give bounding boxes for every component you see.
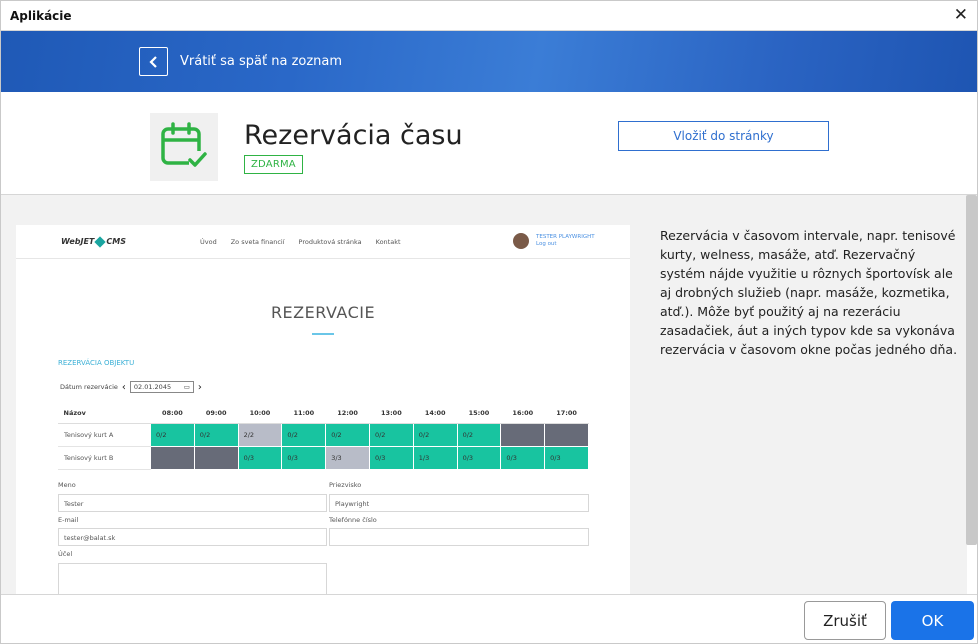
time-slot-cell [150,445,195,470]
preview-email-field: tester@balat.sk [58,528,327,546]
preview-date-label: Dátum rezervácie [60,383,118,391]
preview-name-field: Tester [58,494,327,512]
time-slot-cell: 1/3 [412,445,458,470]
resource-name: Tenisový kurt B [58,445,151,470]
time-slot-cell: 0/3 [281,445,327,470]
table-row: Tenisový kurt B 0/3 0/3 3/3 0/3 1/3 0/3 0/3 0/3 [58,445,589,470]
preview-date-value: 02.01.2045 [133,383,172,391]
logo-cube-icon [94,235,107,248]
time-slot-cell [544,422,589,447]
time-column-header: 16:00 [500,403,545,424]
preview-menu-item: Kontakt [375,238,401,246]
preview-date-input: 02.01.2045 ▭ [129,381,194,393]
time-column-header: 09:00 [194,403,239,424]
avatar [513,233,529,249]
header-banner: Vrátiť sa späť na zoznam [1,31,977,92]
table-header: Názov [58,403,151,424]
app-header: Rezervácia času ZDARMA Vložiť do stránky [1,92,977,195]
time-slot-cell: 0/2 [193,422,239,447]
preview-menu-item: Produktová stránka [298,238,362,246]
preview-surname-label: Priezvisko [329,481,362,489]
time-slot-cell: 0/2 [281,422,327,447]
back-label[interactable]: Vrátiť sa späť na zoznam [180,54,342,69]
time-column-header: 10:00 [238,403,282,424]
preview-heading-underline [312,333,334,335]
calendar-check-icon [150,113,218,181]
chevron-right-icon: › [197,381,202,393]
preview-navbar: WebJET CMS Úvod Zo sveta financií Produkt… [16,225,630,259]
preview-menu-item: Zo sveta financií [230,238,285,246]
dialog-titlebar: Aplikácie ✕ [1,1,977,31]
preview-heading: REZERVACIE [270,303,376,322]
price-badge: ZDARMA [244,155,303,174]
back-button[interactable] [139,47,168,76]
dialog-title: Aplikácie [10,8,72,23]
cancel-button[interactable]: Zrušiť [804,601,886,640]
app-description: Rezervácia v časovom intervale, napr. te… [660,228,958,357]
time-slot-cell: 0/3 [368,445,414,470]
preview-logo-left: WebJET [61,237,95,246]
calendar-icon: ▭ [183,383,190,391]
time-column-header: 13:00 [369,403,414,424]
preview-menu-item: Úvod [200,238,217,246]
close-icon[interactable]: ✕ [954,7,968,24]
preview-surname-field: Playwright [329,494,589,512]
table-row: Tenisový kurt A 0/2 0/2 2/2 0/2 0/2 0/2 0/2 0/2 [58,422,589,447]
preview-logout: Log out [536,241,557,247]
preview-date-picker: Dátum rezervácie ‹ 02.01.2045 ▭ › [60,381,206,393]
preview-purpose-label: Účel [58,550,73,558]
app-title: Rezervácia času [244,120,463,151]
preview-purpose-field [58,563,327,594]
time-slot-cell: 0/2 [456,422,502,447]
apps-dialog: Aplikácie ✕ Vrátiť sa späť na zoznam Rez… [0,0,978,644]
resource-name: Tenisový kurt A [58,422,151,447]
preview-logo: WebJET CMS [61,235,126,248]
time-column-header: 17:00 [544,403,589,424]
preview-phone-field [329,528,589,546]
preview-menu: Úvod Zo sveta financií Produktová stránk… [200,238,415,246]
time-column-header: 15:00 [457,403,501,424]
ok-button[interactable]: OK [891,601,974,640]
time-column-header: 08:00 [150,403,195,424]
preview-name-label: Meno [58,481,76,489]
preview-section-label: REZERVÁCIA OBJEKTU [58,359,135,367]
app-detail-content: WebJET CMS Úvod Zo sveta financií Produkt… [1,195,967,594]
time-column-header: 11:00 [281,403,326,424]
time-slot-cell: 0/3 [500,445,546,470]
insert-into-page-button[interactable]: Vložiť do stránky [618,121,829,151]
dialog-footer: Zrušiť OK [1,594,977,643]
time-slot-cell: 0/3 [456,445,502,470]
time-slot-cell: 0/3 [237,445,283,470]
preview-email-label: E-mail [58,516,79,524]
time-slot-cell: 0/2 [412,422,458,447]
time-slot-cell: 3/3 [325,445,370,470]
chevron-left-icon [148,55,157,68]
preview-logo-right: CMS [106,237,126,246]
time-column-header: 12:00 [325,403,370,424]
preview-user-name: TESTER PLAYWRIGHT [536,234,595,240]
time-slot-cell [500,422,546,447]
scrollbar[interactable] [966,195,977,545]
time-slot-cell: 0/2 [368,422,414,447]
time-slot-cell: 0/3 [544,445,589,470]
preview-user: TESTER PLAYWRIGHT Log out [513,233,595,249]
time-slot-cell: 2/2 [237,422,283,447]
app-screenshot-preview: WebJET CMS Úvod Zo sveta financií Produkt… [16,225,630,594]
time-slot-cell [193,445,239,470]
preview-reservation-table: Názov 08:00 09:00 10:00 11:00 12:00 13:00 14:00… [58,403,589,470]
preview-phone-label: Telefónne číslo [329,516,377,524]
chevron-left-icon: ‹ [121,381,126,393]
time-slot-cell: 0/2 [325,422,370,447]
time-slot-cell: 0/2 [150,422,195,447]
time-column-header: 14:00 [413,403,458,424]
